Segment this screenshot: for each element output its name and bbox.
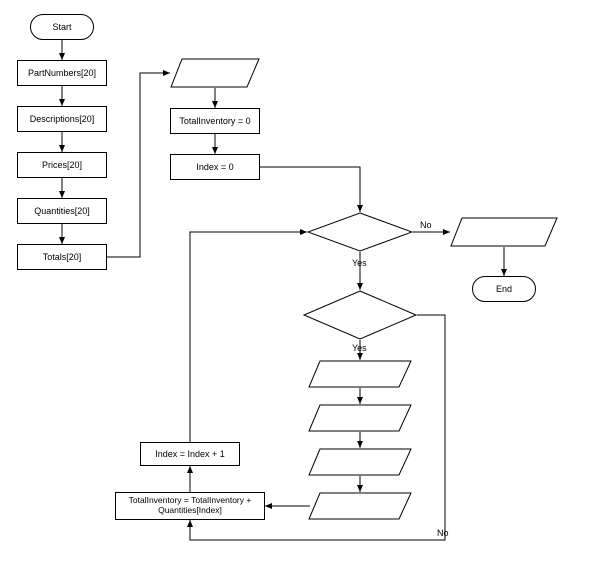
partnumbers-label: PartNumbers[20]: [28, 68, 96, 78]
index-zero-label: Index = 0: [196, 162, 233, 172]
out-totalinv-io: Output TotalInventory: [450, 217, 558, 247]
no2-label: No: [437, 528, 449, 538]
start-label: Start: [52, 22, 71, 32]
input-partnumber-io: Input PartNumber: [170, 58, 260, 88]
yes1-label: Yes: [352, 258, 367, 268]
totals-process: Totals[20]: [17, 244, 107, 270]
flowchart-canvas: Start PartNumbers[20] Descriptions[20] P…: [0, 0, 591, 562]
quantities-label: Quantities[20]: [34, 206, 90, 216]
start-terminator: Start: [30, 14, 94, 40]
descriptions-label: Descriptions[20]: [30, 114, 95, 124]
index-zero-process: Index = 0: [170, 154, 260, 180]
out-desc-io: Output Descriptions[Index]: [308, 360, 412, 388]
totalinv-zero-label: TotalInventory = 0: [179, 116, 250, 126]
prices-process: Prices[20]: [17, 152, 107, 178]
end-terminator: End: [472, 276, 536, 302]
totalinv-zero-process: TotalInventory = 0: [170, 108, 260, 134]
total-incr-label: TotalInventory = TotalInventory + Quanti…: [129, 496, 252, 516]
cond-index-decision: Index < 20: [307, 212, 413, 252]
partnumbers-process: PartNumbers[20]: [17, 60, 107, 86]
index-incr-process: Index = Index + 1: [140, 442, 240, 466]
out-totals-io: Output Totals[Index]: [308, 492, 412, 520]
totals-label: Totals[20]: [43, 252, 82, 262]
out-qty-io: Output Quantities[Index]: [308, 448, 412, 476]
quantities-process: Quantities[20]: [17, 198, 107, 224]
prices-label: Prices[20]: [42, 160, 82, 170]
descriptions-process: Descriptions[20]: [17, 106, 107, 132]
total-incr-process: TotalInventory = TotalInventory + Quanti…: [115, 492, 265, 520]
index-incr-label: Index = Index + 1: [155, 449, 225, 459]
no1-label: No: [420, 220, 432, 230]
end-label: End: [496, 284, 512, 294]
out-prices-io: Output Prices[Index]: [308, 404, 412, 432]
cond-match-decision: PartNumbers[Index] == PartNumber: [303, 290, 417, 340]
yes2-label: Yes: [352, 343, 367, 353]
